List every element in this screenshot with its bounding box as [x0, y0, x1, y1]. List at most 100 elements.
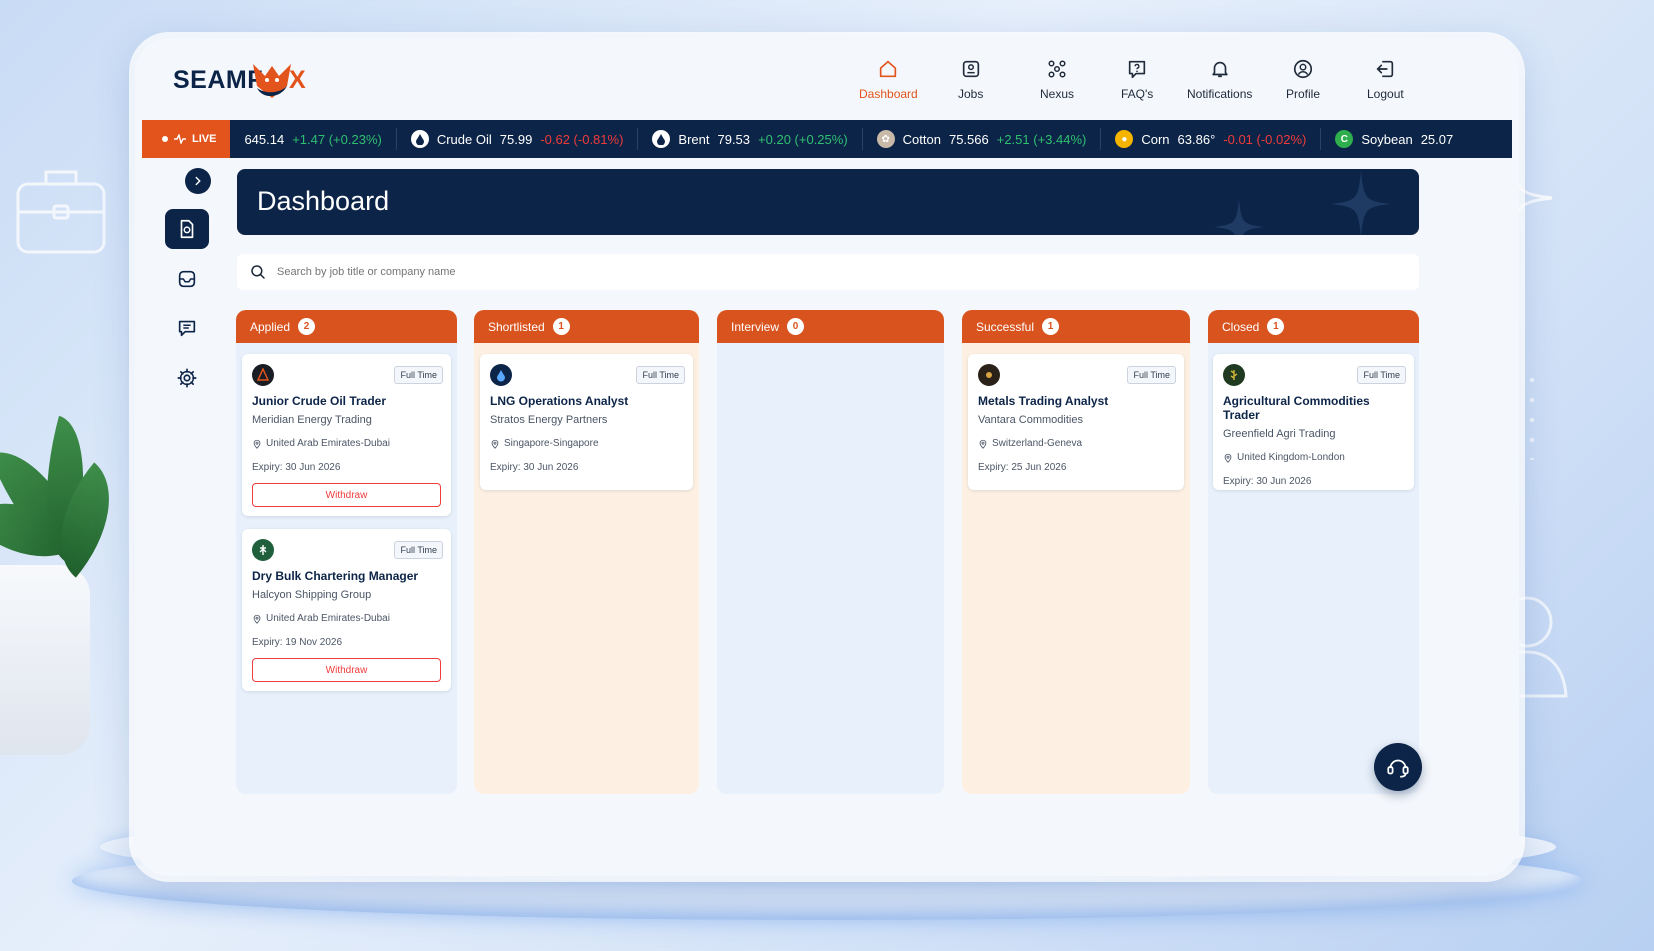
plant-leaves [0, 400, 141, 591]
job-card[interactable]: Full Time Agricultural Commodities Trade… [1213, 354, 1414, 490]
search-input[interactable] [277, 266, 877, 278]
star-decoration-icon [1331, 171, 1391, 235]
sidebar-item-applications[interactable] [165, 209, 209, 249]
job-card[interactable]: Full Time Metals Trading Analyst Vantara… [968, 354, 1184, 490]
column-closed: Closed 1 Full Time Agricultural Commoditi… [1208, 310, 1419, 794]
company-name: Halcyon Shipping Group [252, 589, 372, 601]
sidebar-item-messages[interactable] [165, 308, 209, 348]
ticker-price: 79.53 [717, 131, 751, 147]
corn-icon: ● [1115, 130, 1134, 148]
count-badge: 0 [787, 318, 805, 335]
sidebar-expand-button[interactable] [185, 168, 211, 194]
job-card[interactable]: Full Time Junior Crude Oil Trader Meridi… [242, 354, 451, 516]
sidebar-item-settings[interactable] [165, 358, 209, 398]
nav-label: FAQ's [1121, 87, 1154, 101]
bell-icon [1211, 61, 1228, 78]
expiry-date: Expiry: 30 Jun 2026 [252, 462, 341, 473]
nav-label: Profile [1286, 87, 1321, 101]
plant-pot [0, 565, 90, 755]
nav-notifications[interactable]: Notifications [1187, 58, 1252, 101]
column-interview: Interview 0 [717, 310, 944, 794]
page-title: Dashboard [257, 186, 390, 216]
expiry-date: Expiry: 19 Nov 2026 [252, 637, 343, 648]
ticker-name: Brent [678, 131, 710, 147]
ticker-price: 75.99 [499, 131, 533, 147]
job-title: Dry Bulk Chartering Manager [252, 569, 419, 583]
withdraw-button[interactable]: Withdraw [252, 483, 441, 507]
logout-icon [1376, 60, 1394, 78]
company-name: Vantara Commodities [978, 414, 1083, 426]
job-location: Singapore-Singapore [490, 438, 683, 449]
sidebar-item-inbox[interactable] [165, 259, 209, 299]
job-type-tag: Full Time [1357, 366, 1406, 384]
job-card[interactable]: Full Time Dry Bulk Chartering Manager Ha… [242, 529, 451, 691]
nav-nexus[interactable]: Nexus [1040, 58, 1074, 101]
nav-faqs[interactable]: FAQ's [1121, 58, 1153, 101]
sidebar [155, 158, 219, 848]
ticker-price: 75.566 [948, 131, 989, 147]
ticker-item: Brent 79.53 +0.20 (+0.25%) [638, 128, 863, 150]
ticker-change: +1.47 (+0.23%) [292, 131, 382, 147]
nav-jobs[interactable]: Jobs [958, 58, 983, 101]
column-header: Shortlisted 1 [474, 310, 699, 343]
live-badge: LIVE [142, 120, 231, 158]
app-window: SEAMF X Dashboard Jobs Nexus FAQ's Notifi… [135, 38, 1519, 876]
column-applied: Applied 2 Full Time Junior Crude Oil Trad… [236, 310, 457, 794]
location-pin-icon [1224, 453, 1232, 463]
oil-drop-icon [652, 130, 671, 148]
company-name: Stratos Energy Partners [490, 414, 608, 426]
job-location: United Arab Emirates-Dubai [252, 613, 441, 624]
faq-icon [1128, 60, 1146, 79]
job-type-tag: Full Time [636, 366, 685, 384]
count-badge: 1 [1042, 318, 1060, 335]
ticker-item: Crude Oil 75.99 -0.62 (-0.81%) [397, 128, 639, 150]
gear-icon [177, 368, 197, 388]
job-type-tag: Full Time [394, 541, 443, 559]
location-pin-icon [491, 439, 499, 449]
job-type-tag: Full Time [1127, 366, 1176, 384]
company-name: Meridian Energy Trading [252, 414, 372, 426]
briefcase-icon [16, 170, 106, 254]
live-label: LIVE [192, 133, 217, 145]
top-navbar: SEAMF X Dashboard Jobs Nexus FAQ's Notifi… [135, 38, 1519, 120]
ticker-name: Cotton [902, 131, 941, 147]
job-location: United Arab Emirates-Dubai [252, 438, 441, 449]
ticker-item: ● Corn 63.86° -0.01 (-0.02%) [1101, 128, 1322, 150]
nav-label: Notifications [1187, 87, 1253, 101]
nav-profile[interactable]: Profile [1286, 58, 1320, 101]
ticker-name: Crude Oil [436, 131, 492, 147]
page-banner: Dashboard [237, 169, 1419, 235]
ticker-name: Soybean [1361, 131, 1413, 147]
ticker-item: C Soybean 25.07 [1321, 128, 1467, 150]
column-title: Shortlisted [488, 319, 545, 334]
ticker-item: ✿ Cotton 75.566 +2.51 (+3.44%) [863, 128, 1102, 150]
nav-dashboard[interactable]: Dashboard [859, 58, 918, 101]
ticker-name: Corn [1141, 131, 1170, 147]
job-title: LNG Operations Analyst [490, 394, 629, 408]
home-icon [880, 60, 897, 78]
count-badge: 1 [552, 318, 570, 335]
location-pin-icon [253, 614, 261, 624]
ticker-change: -0.62 (-0.81%) [540, 131, 624, 147]
column-title: Applied [250, 319, 291, 334]
nav-logout[interactable]: Logout [1367, 58, 1404, 101]
location-text: United Arab Emirates-Dubai [266, 438, 390, 449]
column-header: Interview 0 [717, 310, 944, 343]
company-logo-icon [252, 364, 274, 386]
search-bar [237, 254, 1419, 290]
job-location: Switzerland-Geneva [978, 438, 1174, 449]
expiry-date: Expiry: 30 Jun 2026 [1223, 476, 1312, 487]
location-text: Singapore-Singapore [504, 438, 599, 449]
job-title: Metals Trading Analyst [978, 394, 1109, 408]
job-card[interactable]: Full Time LNG Operations Analyst Stratos… [480, 354, 693, 490]
pulse-icon [174, 134, 186, 144]
cotton-icon: ✿ [876, 130, 895, 148]
nav-label: Dashboard [859, 87, 918, 101]
company-logo-icon [490, 364, 512, 386]
network-icon [1048, 60, 1066, 78]
withdraw-button[interactable]: Withdraw [252, 658, 441, 682]
count-badge: 1 [1267, 318, 1285, 335]
ticker-item: 645.14 +1.47 (+0.23%) [230, 128, 397, 150]
company-logo-icon [252, 539, 274, 561]
support-chat-button[interactable] [1374, 743, 1422, 791]
